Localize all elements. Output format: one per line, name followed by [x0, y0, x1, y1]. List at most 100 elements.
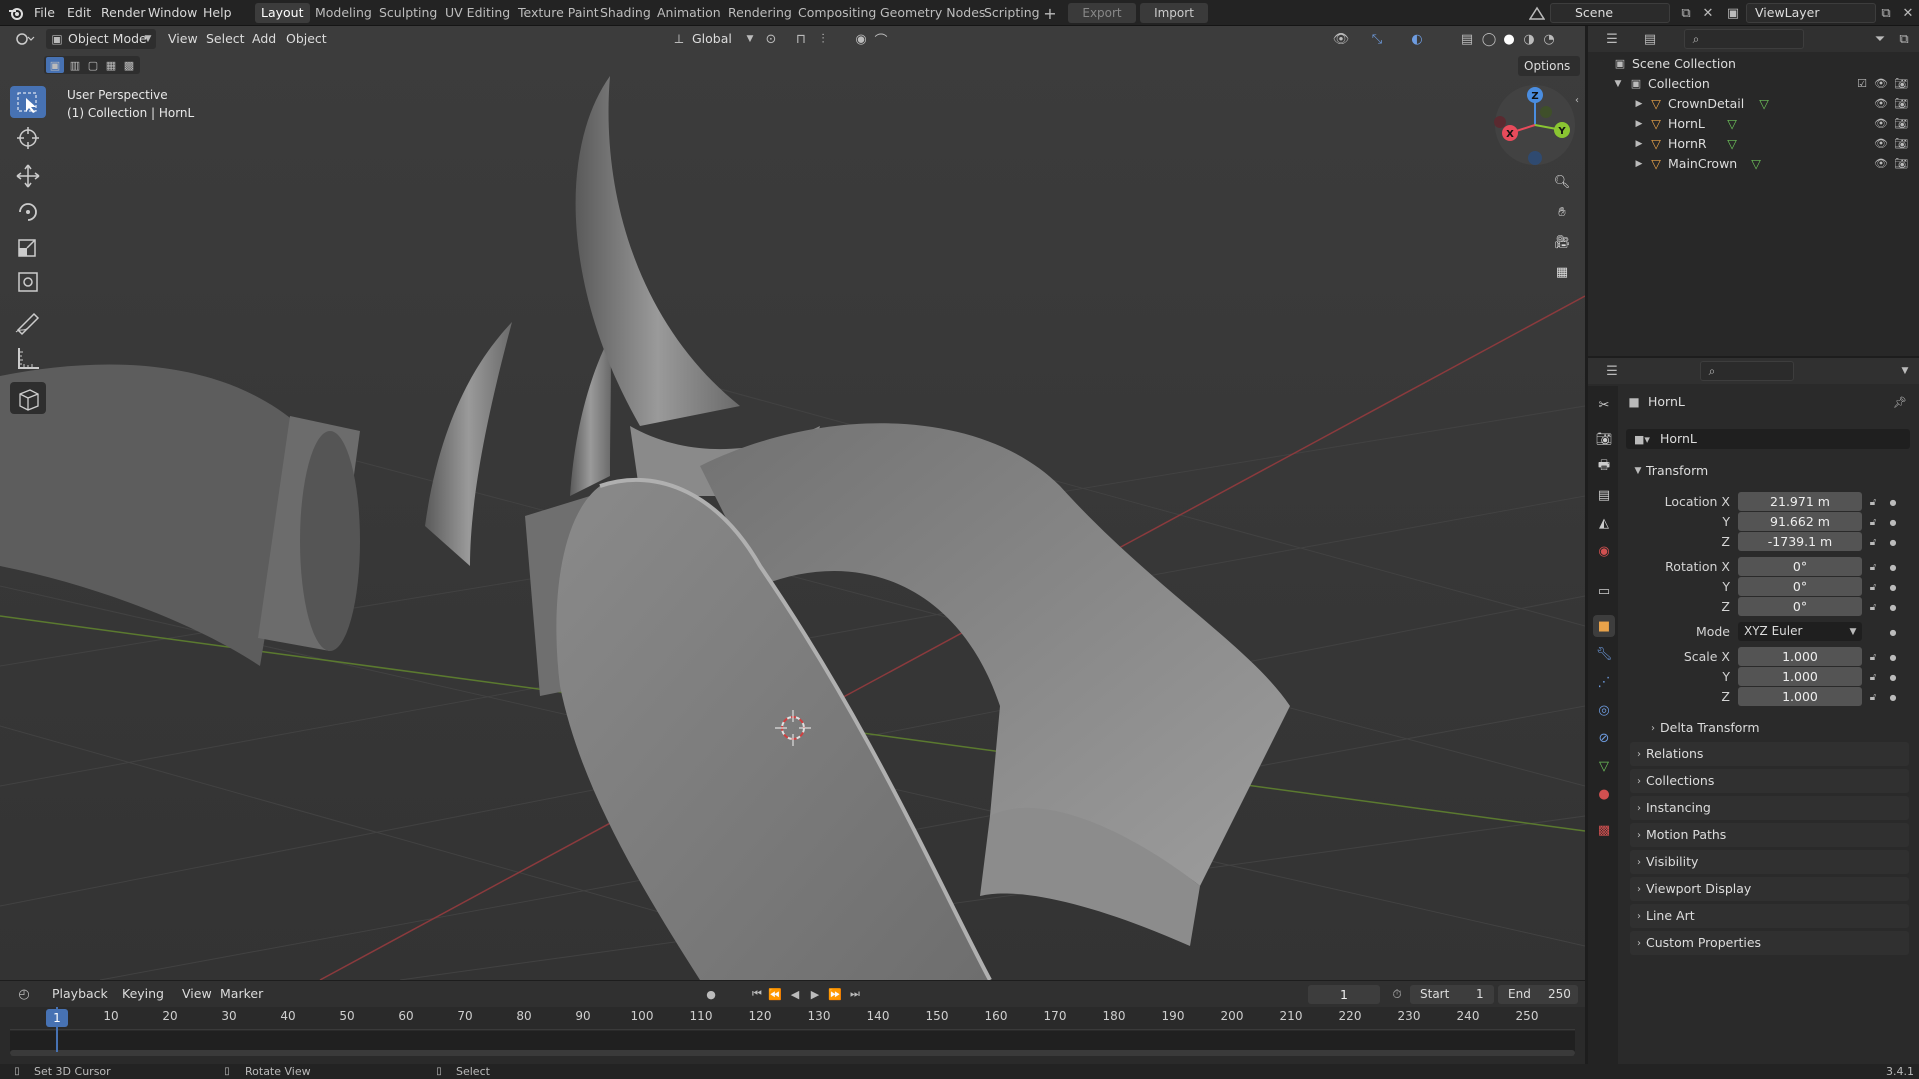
- blender-logo-icon[interactable]: [6, 3, 26, 23]
- filter-icon[interactable]: ⏷: [1868, 30, 1892, 48]
- wireframe-shading-icon[interactable]: ◯: [1478, 30, 1500, 48]
- physics-tab-icon[interactable]: ◎: [1593, 699, 1615, 721]
- view-layer-selector[interactable]: ViewLayer: [1746, 3, 1876, 23]
- rotation-mode-select[interactable]: XYZ Euler ▼: [1738, 622, 1862, 641]
- outliner-row-object[interactable]: ▶ ▽ HornL ▽ 👁︎ 📷︎: [1588, 114, 1919, 134]
- rotate-tool[interactable]: [10, 196, 46, 228]
- zoom-icon[interactable]: 🔍︎: [1548, 168, 1576, 196]
- menu-file[interactable]: File: [28, 0, 61, 26]
- start-frame-field[interactable]: Start 1: [1410, 985, 1494, 1004]
- lock-icon[interactable]: 🔓︎: [1866, 649, 1880, 665]
- lock-icon[interactable]: 🔓︎: [1866, 669, 1880, 685]
- mode-selector[interactable]: ▣ Object Mode ▼: [46, 29, 156, 49]
- next-keyframe-icon[interactable]: ⏩: [826, 985, 844, 1003]
- properties-editor-type-icon[interactable]: ☰: [1598, 362, 1626, 380]
- timeline-scrollbar[interactable]: [10, 1050, 1575, 1056]
- chevron-right-icon[interactable]: ▶: [1634, 96, 1644, 112]
- play-reverse-icon[interactable]: ◀: [786, 985, 804, 1003]
- keyframe-dot-icon[interactable]: ●: [1886, 514, 1900, 530]
- constraints-tab-icon[interactable]: ⊘: [1593, 727, 1615, 749]
- workspace-tab-scripting[interactable]: Scripting: [978, 3, 1046, 23]
- playhead-frame-indicator[interactable]: 1: [46, 1009, 68, 1027]
- lock-icon[interactable]: 🔓︎: [1866, 579, 1880, 595]
- menu-keying[interactable]: Keying: [122, 981, 164, 1007]
- chevron-right-icon[interactable]: ▶: [1634, 156, 1644, 172]
- object-datablock-field[interactable]: ■▾ HornL: [1626, 429, 1910, 449]
- scale-tool[interactable]: [10, 232, 46, 264]
- menu-view[interactable]: View: [168, 26, 198, 52]
- render-tab-icon[interactable]: 📷︎: [1593, 428, 1615, 450]
- move-tool[interactable]: [10, 160, 46, 192]
- lock-icon[interactable]: 🔓︎: [1866, 689, 1880, 705]
- import-button[interactable]: Import: [1140, 3, 1208, 23]
- world-tab-icon[interactable]: ◉: [1593, 540, 1615, 562]
- menu-playback[interactable]: Playback: [52, 981, 108, 1007]
- keyframe-dot-icon[interactable]: ●: [1886, 579, 1900, 595]
- location-x-field[interactable]: 21.971 m: [1738, 492, 1862, 511]
- eye-icon[interactable]: 👁︎: [1873, 136, 1889, 152]
- sidebar-toggle-icon[interactable]: ‹: [1572, 92, 1582, 108]
- instancing-panel-header[interactable]: Instancing: [1630, 796, 1909, 820]
- eye-icon[interactable]: 👁︎: [1873, 116, 1889, 132]
- lock-icon[interactable]: 🔓︎: [1866, 494, 1880, 510]
- line-art-panel-header[interactable]: Line Art: [1630, 904, 1909, 928]
- keyframe-dot-icon[interactable]: ●: [1886, 649, 1900, 665]
- camera-icon[interactable]: 📷︎: [1893, 96, 1909, 112]
- pivot-point-icon[interactable]: ⊙: [760, 30, 782, 48]
- motion-paths-panel-header[interactable]: Motion Paths: [1630, 823, 1909, 847]
- transform-orientation-selector[interactable]: Global: [692, 26, 732, 52]
- workspace-tab-shading[interactable]: Shading: [594, 3, 657, 23]
- eye-icon[interactable]: 👁︎: [1873, 76, 1889, 92]
- workspace-tab-texture-paint[interactable]: Texture Paint: [512, 3, 605, 23]
- pin-icon[interactable]: 📌︎: [1892, 394, 1908, 410]
- chevron-down-icon[interactable]: ▼: [1612, 76, 1624, 92]
- workspace-tab-layout[interactable]: Layout: [255, 3, 310, 23]
- menu-marker[interactable]: Marker: [220, 981, 263, 1007]
- timeline-area[interactable]: 1 10 20 30 40 50 60 70 80 90 100 110 120…: [0, 1007, 1585, 1064]
- eye-icon[interactable]: 👁︎: [1873, 156, 1889, 172]
- annotate-tool[interactable]: [10, 306, 46, 338]
- scale-z-field[interactable]: 1.000: [1738, 687, 1862, 706]
- scene-tab-icon[interactable]: ◭: [1593, 512, 1615, 534]
- material-shading-icon[interactable]: ◑: [1518, 30, 1540, 48]
- location-z-field[interactable]: -1739.1 m: [1738, 532, 1862, 551]
- lock-icon[interactable]: 🔓︎: [1866, 514, 1880, 530]
- current-frame-field[interactable]: 1: [1308, 985, 1380, 1004]
- new-view-layer-icon[interactable]: ⧉: [1876, 3, 1896, 23]
- menu-view[interactable]: View: [182, 981, 212, 1007]
- display-mode-icon[interactable]: ▤: [1636, 30, 1664, 48]
- workspace-tab-modeling[interactable]: Modeling: [309, 3, 378, 23]
- keyframe-dot-icon[interactable]: ●: [1886, 689, 1900, 705]
- keyframe-dot-icon[interactable]: ●: [1886, 494, 1900, 510]
- measure-tool[interactable]: [10, 342, 46, 374]
- cursor-tool[interactable]: [10, 122, 46, 154]
- camera-icon[interactable]: 📷︎: [1893, 116, 1909, 132]
- scale-x-field[interactable]: 1.000: [1738, 647, 1862, 666]
- snap-target-icon[interactable]: ⫶: [812, 30, 834, 48]
- falloff-icon[interactable]: ⌒: [870, 30, 892, 49]
- keyframe-dot-icon[interactable]: ●: [1886, 559, 1900, 575]
- keyframe-dot-icon[interactable]: ●: [1886, 669, 1900, 685]
- rendered-shading-icon[interactable]: ◔: [1538, 30, 1560, 48]
- auto-keying-icon[interactable]: ●: [702, 985, 720, 1003]
- new-collection-icon[interactable]: ⧉: [1894, 30, 1914, 48]
- scale-y-field[interactable]: 1.000: [1738, 667, 1862, 686]
- delete-scene-icon[interactable]: ✕: [1698, 3, 1718, 23]
- output-tab-icon[interactable]: 🖶︎: [1593, 456, 1615, 478]
- outliner-row-object[interactable]: ▶ ▽ CrownDetail ▽ 👁︎ 📷︎: [1588, 94, 1919, 114]
- view-layer-tab-icon[interactable]: ▤: [1593, 484, 1615, 506]
- rotation-z-field[interactable]: 0°: [1738, 597, 1862, 616]
- overlay-icon[interactable]: ◐: [1406, 30, 1428, 48]
- keyframe-dot-icon[interactable]: ●: [1886, 599, 1900, 615]
- camera-icon[interactable]: 📷︎: [1893, 136, 1909, 152]
- gizmo-icon[interactable]: ⤡: [1366, 30, 1388, 48]
- checkbox-icon[interactable]: ☑: [1854, 76, 1870, 92]
- perspective-toggle-icon[interactable]: ▦: [1548, 258, 1576, 286]
- outliner-editor-type-icon[interactable]: ☰: [1598, 30, 1626, 48]
- transform-tool[interactable]: [10, 266, 46, 298]
- scene-selector[interactable]: Scene: [1550, 3, 1670, 23]
- play-icon[interactable]: ▶: [806, 985, 824, 1003]
- workspace-tab-rendering[interactable]: Rendering: [722, 3, 798, 23]
- eye-icon[interactable]: 👁︎: [1873, 96, 1889, 112]
- outliner-row-scene-collection[interactable]: ▣ Scene Collection: [1588, 54, 1919, 74]
